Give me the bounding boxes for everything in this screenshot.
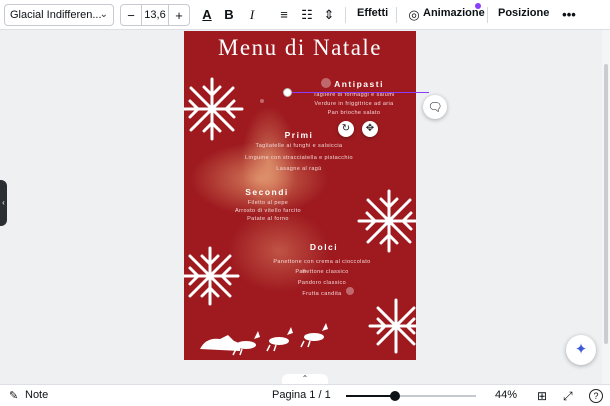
new-feature-dot xyxy=(475,3,481,9)
move-icon[interactable]: ✥ xyxy=(362,121,378,137)
effects-button[interactable]: Effetti xyxy=(357,7,388,19)
more-options-icon[interactable]: ••• xyxy=(560,6,578,24)
menu-item[interactable]: Linguine con stracciatella e pistacchio xyxy=(239,155,359,161)
bold-icon[interactable]: B xyxy=(220,6,238,24)
toolbar-divider xyxy=(487,7,488,23)
toolbar-divider xyxy=(396,7,397,23)
grid-view-icon[interactable]: ⊞ xyxy=(537,389,547,403)
position-button[interactable]: Posizione xyxy=(498,7,549,19)
section-title-primi[interactable]: Primi xyxy=(254,130,344,140)
text-color-icon[interactable]: A xyxy=(198,6,216,24)
bottom-bar: ✎ Note Pagina 1 / 1 44% ⊞ ⤢ ? xyxy=(0,384,610,406)
chevron-down-icon: ⌄ xyxy=(99,9,108,20)
menu-page[interactable]: Menu di Natale Antipasti Tagliere di for… xyxy=(184,31,416,360)
font-family-value: Glacial Indifferen... xyxy=(10,9,102,21)
menu-item[interactable]: Frutta candita xyxy=(262,291,382,297)
font-family-select[interactable]: Glacial Indifferen... ⌄ xyxy=(4,4,114,26)
side-panel-toggle[interactable]: ‹ xyxy=(0,180,7,226)
menu-item[interactable]: Pan brioche salato xyxy=(294,110,414,116)
fullscreen-icon[interactable]: ⤢ xyxy=(563,389,573,404)
animation-icon[interactable]: ◎ xyxy=(405,6,423,24)
menu-item[interactable]: Filetto al pepe xyxy=(208,200,328,206)
increase-size-button[interactable]: + xyxy=(169,8,189,23)
scrollbar-thumb[interactable] xyxy=(604,64,608,344)
zoom-slider[interactable] xyxy=(346,391,476,401)
vertical-scrollbar[interactable] xyxy=(602,30,610,384)
line-spacing-icon[interactable]: ⇕ xyxy=(320,6,338,24)
zoom-level[interactable]: 44% xyxy=(495,389,517,401)
menu-item[interactable]: Verdure in friggitrice ad aria xyxy=(294,101,414,107)
chevron-up-icon[interactable]: ⌃ xyxy=(282,374,328,384)
notes-icon[interactable]: ✎ xyxy=(9,389,18,402)
decrease-size-button[interactable]: − xyxy=(121,8,141,23)
add-comment-icon[interactable]: 🗨 xyxy=(423,95,447,119)
menu-title[interactable]: Menu di Natale xyxy=(184,35,416,61)
notes-button[interactable]: Note xyxy=(25,389,48,401)
page-indicator: Pagina 1 / 1 xyxy=(272,389,331,401)
section-title-antipasti[interactable]: Antipasti xyxy=(314,79,404,89)
selection-handle[interactable] xyxy=(283,88,292,97)
menu-item[interactable]: Panettone classico xyxy=(262,269,382,275)
menu-item[interactable]: Pandoro classico xyxy=(262,280,382,286)
list-icon[interactable]: ☷ xyxy=(298,6,316,24)
menu-item[interactable]: Panettone con crema al cioccolato xyxy=(262,259,382,265)
italic-icon[interactable]: I xyxy=(243,6,261,24)
text-toolbar: Glacial Indifferen... ⌄ − 13,6 + A B I ≡… xyxy=(0,0,610,30)
help-icon[interactable]: ? xyxy=(589,389,603,403)
font-size-input[interactable]: 13,6 xyxy=(141,5,169,25)
animation-button[interactable]: Animazione xyxy=(423,7,485,19)
rotate-icon[interactable]: ↻ xyxy=(338,121,354,137)
section-title-secondi[interactable]: Secondi xyxy=(222,187,312,197)
font-size-stepper: − 13,6 + xyxy=(120,4,190,26)
menu-item[interactable]: Arrosto di vitello farcito xyxy=(208,208,328,214)
toolbar-divider xyxy=(345,7,346,23)
align-center-icon[interactable]: ≡ xyxy=(275,6,293,24)
selection-line xyxy=(289,92,429,93)
menu-item[interactable]: Lasagne al ragù xyxy=(239,166,359,172)
menu-item[interactable]: Patate al forno xyxy=(208,216,328,222)
section-title-dolci[interactable]: Dolci xyxy=(279,242,369,252)
menu-item[interactable]: Tagliatelle ai funghi e salsiccia xyxy=(239,143,359,149)
magic-assistant-icon[interactable]: ✦ xyxy=(566,335,596,365)
zoom-slider-fill xyxy=(346,395,396,397)
zoom-slider-knob[interactable] xyxy=(390,391,401,401)
